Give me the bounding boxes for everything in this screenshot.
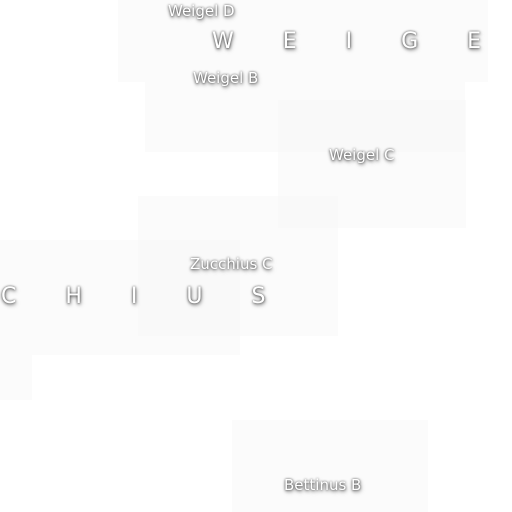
label-bettinus-b: Bettinus B (284, 476, 362, 494)
label-weigel-c: Weigel C (329, 146, 395, 164)
label-weigel-b: Weigel B (193, 69, 259, 87)
label-zucchius-c: Zucchius C (190, 255, 273, 273)
map-tile (0, 355, 32, 400)
label-weigel-d: Weigel D (168, 2, 235, 20)
label-zucchius: C H I U S (1, 284, 287, 309)
map-canvas[interactable]: Weigel D W E I G E L Weigel B Weigel C Z… (0, 0, 512, 512)
map-tile (232, 420, 428, 512)
label-weigel: W E I G E L (212, 29, 512, 54)
